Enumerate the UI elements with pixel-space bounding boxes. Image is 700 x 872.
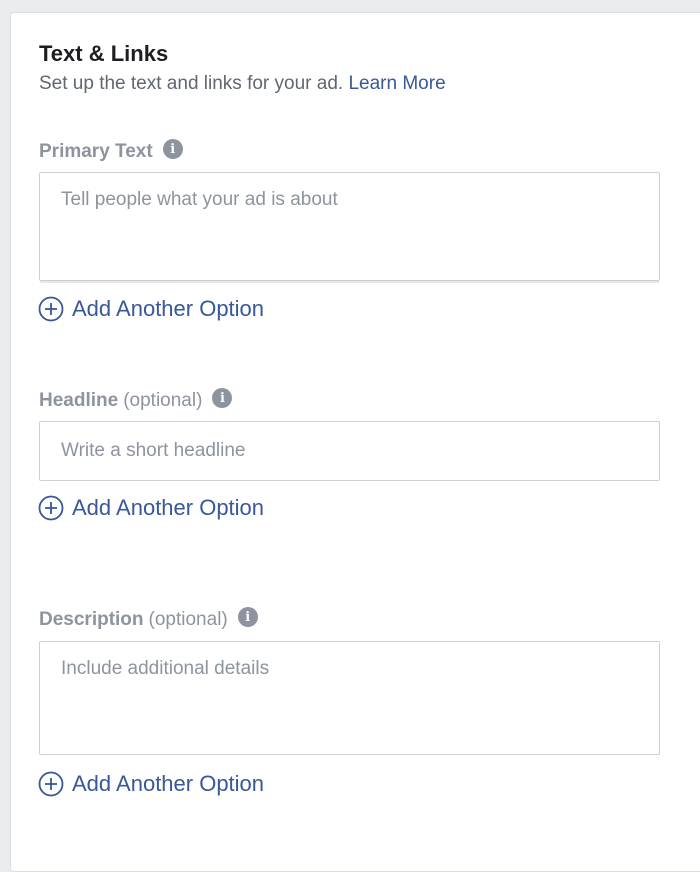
description-add-option-button[interactable]: Add Another Option <box>38 771 264 797</box>
text-links-card: Text & Links Set up the text and links f… <box>10 12 700 872</box>
description-input[interactable] <box>39 641 660 755</box>
info-icon[interactable]: i <box>212 388 233 408</box>
description-optional-text: (optional) <box>148 609 228 630</box>
headline-input[interactable] <box>39 421 660 481</box>
section-subtitle: Set up the text and links for your ad. L… <box>39 73 446 95</box>
add-option-label: Add Another Option <box>72 495 265 520</box>
primary-text-label-text: Primary Text <box>39 141 153 162</box>
info-icon[interactable]: i <box>162 139 183 159</box>
add-option-label: Add Another Option <box>72 296 265 321</box>
info-icon[interactable]: i <box>237 607 258 627</box>
plus-circle-icon <box>38 771 64 797</box>
headline-label: Headline (optional) i <box>39 388 233 412</box>
primary-text-label: Primary Text i <box>39 139 183 163</box>
primary-text-add-option-button[interactable]: Add Another Option <box>38 296 264 322</box>
primary-text-input[interactable] <box>39 172 660 281</box>
headline-optional-text: (optional) <box>123 390 203 411</box>
description-label: Description (optional) i <box>39 607 258 631</box>
headline-add-option-button[interactable]: Add Another Option <box>38 495 264 521</box>
add-option-label: Add Another Option <box>72 771 265 796</box>
plus-circle-icon <box>38 296 64 322</box>
headline-label-text: Headline <box>39 390 119 411</box>
description-label-text: Description <box>39 609 144 630</box>
plus-circle-icon <box>38 495 64 521</box>
section-title: Text & Links <box>39 41 169 66</box>
learn-more-link[interactable]: Learn More <box>348 73 445 94</box>
subtitle-text: Set up the text and links for your ad. <box>39 73 344 94</box>
